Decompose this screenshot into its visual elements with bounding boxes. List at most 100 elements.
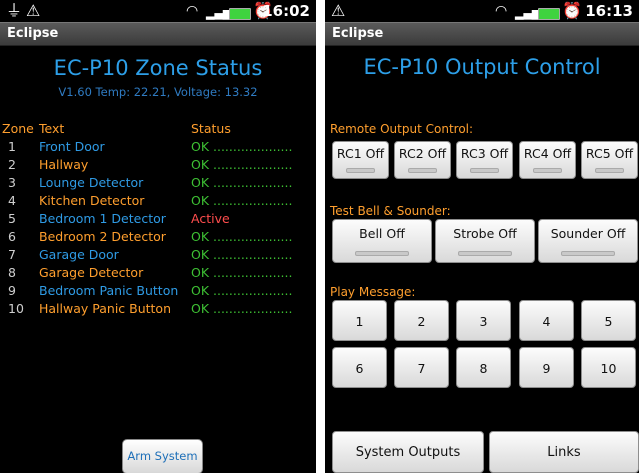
- message-6-button[interactable]: 6: [332, 347, 387, 388]
- zone-status: OK ....................: [191, 175, 293, 190]
- message-5-button[interactable]: 5: [581, 300, 636, 341]
- zone-status: OK ....................: [191, 229, 293, 244]
- toggle-indicator: [533, 168, 562, 173]
- links-button[interactable]: Links: [489, 431, 639, 473]
- zone-number: 2: [8, 157, 16, 172]
- zone-row: 1 Front Door OK ....................: [0, 138, 316, 156]
- message-10-button[interactable]: 10: [581, 347, 636, 388]
- zone-number: 4: [8, 193, 16, 208]
- rc4-toggle-button[interactable]: RC4 Off: [519, 141, 576, 179]
- bell-toggle-button[interactable]: Bell Off: [332, 219, 432, 263]
- zone-number: 1: [8, 139, 16, 154]
- rc3-toggle-button[interactable]: RC3 Off: [456, 141, 513, 179]
- header-text: Text: [39, 121, 65, 136]
- bell-button-label: Sounder Off: [550, 226, 626, 241]
- zone-status: OK ....................: [191, 265, 293, 280]
- zone-row: 7 Garage Door OK ....................: [0, 246, 316, 264]
- system-outputs-button[interactable]: System Outputs: [332, 431, 484, 473]
- zone-text: Hallway Panic Button: [39, 301, 172, 316]
- page-title: EC-P10 Output Control: [363, 55, 601, 79]
- play-message-label: Play Message:: [330, 285, 416, 299]
- message-4-button[interactable]: 4: [519, 300, 574, 341]
- header-zone: Zone: [2, 121, 34, 136]
- warning-icon: ⚠: [26, 1, 41, 20]
- status-bar: ⚠ ◠ ▂▄▆ ⏰ 16:13: [325, 0, 639, 22]
- battery-icon: [229, 4, 251, 22]
- zone-row: 10 Hallway Panic Button OK ...............…: [0, 300, 316, 318]
- rc-button-label: RC2 Off: [398, 146, 447, 161]
- app-title-bar: Eclipse: [325, 22, 639, 46]
- status-bar: ⏚ ⚠ ◠ ▂▄▆ ⏰ 16:02: [0, 0, 316, 22]
- zone-text: Garage Door: [39, 247, 119, 262]
- zone-status: OK ....................: [191, 247, 293, 262]
- zone-number: 5: [8, 211, 16, 226]
- rc2-toggle-button[interactable]: RC2 Off: [394, 141, 451, 179]
- rc-button-label: RC3 Off: [460, 146, 509, 161]
- zone-text: Bedroom Panic Button: [39, 283, 179, 298]
- rc5-toggle-button[interactable]: RC5 Off: [581, 141, 638, 179]
- zone-status: OK ....................: [191, 301, 293, 316]
- message-9-button[interactable]: 9: [519, 347, 574, 388]
- clock: 16:02: [262, 2, 310, 20]
- output-control-screen: ⚠ ◠ ▂▄▆ ⏰ 16:13 Eclipse EC-P10 Output Co…: [325, 0, 639, 473]
- zone-text: Kitchen Detector: [39, 193, 145, 208]
- battery-icon: [538, 4, 560, 22]
- toggle-indicator: [346, 168, 375, 173]
- toggle-indicator: [408, 168, 437, 173]
- wifi-icon: ◠: [495, 3, 508, 19]
- zone-text: Front Door: [39, 139, 105, 154]
- zone-row: 6 Bedroom 2 Detector OK ..................…: [0, 228, 316, 246]
- header-status: Status: [191, 121, 231, 136]
- zone-status: Active: [191, 211, 230, 226]
- toggle-indicator: [470, 168, 499, 173]
- arm-system-button[interactable]: Arm System: [122, 439, 203, 473]
- zone-number: 10: [8, 301, 24, 316]
- toggle-indicator: [595, 168, 624, 173]
- alarm-icon: ⏰: [562, 1, 582, 20]
- toggle-indicator: [355, 251, 409, 256]
- zone-status: OK ....................: [191, 193, 293, 208]
- message-3-button[interactable]: 3: [456, 300, 511, 341]
- rc-button-label: RC5 Off: [585, 146, 634, 161]
- message-2-button[interactable]: 2: [394, 300, 449, 341]
- rc1-toggle-button[interactable]: RC1 Off: [332, 141, 389, 179]
- zone-text: Hallway: [39, 157, 89, 172]
- message-7-button[interactable]: 7: [394, 347, 449, 388]
- wifi-icon: ◠: [186, 3, 199, 19]
- bell-button-label: Strobe Off: [453, 226, 517, 241]
- app-title-bar: Eclipse: [0, 22, 316, 46]
- zone-number: 3: [8, 175, 16, 190]
- strobe-toggle-button[interactable]: Strobe Off: [435, 219, 535, 263]
- zone-row: 5 Bedroom 1 Detector Active: [0, 210, 316, 228]
- zone-number: 9: [8, 283, 16, 298]
- signal-icon: ▂▄▆: [206, 7, 232, 20]
- zone-number: 6: [8, 229, 16, 244]
- zone-row: 9 Bedroom Panic Button OK ................…: [0, 282, 316, 300]
- sounder-toggle-button[interactable]: Sounder Off: [538, 219, 638, 263]
- zone-number: 7: [8, 247, 16, 262]
- remote-output-label: Remote Output Control:: [330, 122, 474, 136]
- test-bell-label: Test Bell & Sounder:: [330, 204, 451, 218]
- message-1-button[interactable]: 1: [332, 300, 387, 341]
- device-info: V1.60 Temp: 22.21, Voltage: 13.32: [58, 85, 258, 99]
- zone-row: 3 Lounge Detector OK ....................: [0, 174, 316, 192]
- zone-status: OK ....................: [191, 157, 293, 172]
- zone-table-header: Zone Text Status: [0, 120, 316, 138]
- zone-row: 8 Garage Detector OK ....................: [0, 264, 316, 282]
- rc-button-label: RC4 Off: [523, 146, 572, 161]
- warning-icon: ⚠: [331, 1, 346, 20]
- zone-status: OK ....................: [191, 139, 293, 154]
- zone-status-screen: ⏚ ⚠ ◠ ▂▄▆ ⏰ 16:02 Eclipse EC-P10 Zone St…: [0, 0, 316, 473]
- bell-button-label: Bell Off: [359, 226, 405, 241]
- page-title: EC-P10 Zone Status: [53, 56, 263, 80]
- usb-icon: ⏚: [6, 1, 23, 20]
- toggle-indicator: [458, 251, 512, 256]
- zone-status: OK ....................: [191, 283, 293, 298]
- zone-row: 4 Kitchen Detector OK ....................: [0, 192, 316, 210]
- clock: 16:13: [585, 2, 633, 20]
- toggle-indicator: [561, 251, 615, 256]
- signal-icon: ▂▄▆: [515, 7, 541, 20]
- message-8-button[interactable]: 8: [456, 347, 511, 388]
- zone-text: Bedroom 2 Detector: [39, 229, 166, 244]
- zone-text: Garage Detector: [39, 265, 144, 280]
